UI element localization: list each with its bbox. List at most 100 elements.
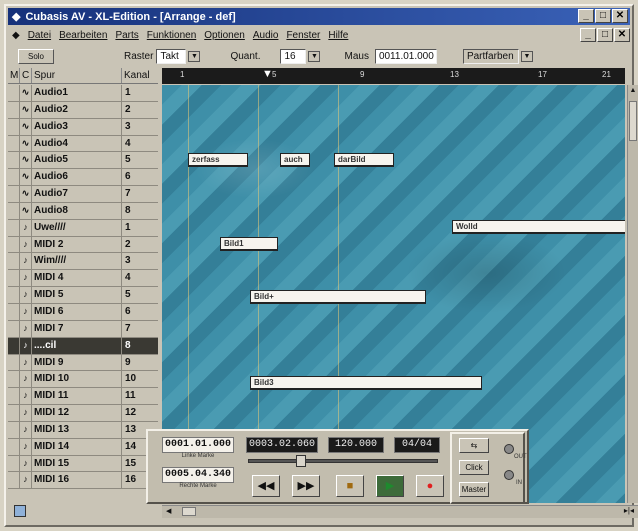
track-row[interactable]: ∿ Audio3 3 — [8, 118, 158, 136]
mute-cell[interactable] — [8, 169, 20, 186]
track-name[interactable]: Audio8 — [32, 202, 122, 219]
track-name[interactable]: MIDI 14 — [32, 438, 122, 455]
mdi-restore-button[interactable]: □ — [597, 28, 613, 42]
track-channel[interactable]: 11 — [122, 388, 158, 404]
mute-cell[interactable] — [8, 303, 20, 320]
track-name[interactable]: Audio6 — [32, 169, 122, 186]
track-channel[interactable]: 8 — [122, 203, 158, 219]
track-channel[interactable]: 3 — [122, 253, 158, 269]
track-channel[interactable]: 10 — [122, 371, 158, 387]
mute-cell[interactable] — [8, 270, 20, 287]
rewind-button[interactable]: ◀◀ — [252, 475, 280, 497]
click-button[interactable]: Click — [459, 460, 489, 475]
track-channel[interactable]: 2 — [122, 102, 158, 118]
mute-cell[interactable] — [8, 405, 20, 421]
track-name[interactable]: MIDI 2 — [32, 236, 122, 253]
record-button[interactable]: ● — [416, 475, 444, 497]
mute-cell[interactable] — [8, 202, 20, 219]
chevron-down-icon[interactable]: ▼ — [188, 50, 201, 62]
play-button[interactable]: ▶ — [376, 475, 404, 497]
mute-cell[interactable] — [8, 287, 20, 303]
track-channel[interactable]: 1 — [122, 220, 158, 236]
mute-cell[interactable] — [8, 472, 20, 489]
track-name[interactable]: MIDI 9 — [32, 354, 122, 371]
scroll-left-icon[interactable]: ◀ — [166, 507, 176, 517]
left-locator-display[interactable]: 0001.01.000 — [162, 437, 234, 453]
mute-cell[interactable] — [8, 337, 20, 354]
track-name[interactable]: MIDI 4 — [32, 270, 122, 287]
mute-cell[interactable] — [8, 135, 20, 152]
menu-funktionen[interactable]: Funktionen — [147, 30, 196, 41]
stop-button[interactable]: ■ — [336, 475, 364, 497]
track-row[interactable]: ♪ MIDI 22 — [8, 236, 158, 254]
mute-cell[interactable] — [8, 219, 20, 236]
track-channel[interactable]: 3 — [122, 119, 158, 135]
zoom-controls-icon[interactable]: ▸|◂ — [624, 506, 634, 515]
track-channel[interactable]: 7 — [122, 186, 158, 202]
raster-select[interactable]: Takt — [156, 48, 187, 64]
mute-cell[interactable] — [8, 320, 20, 337]
track-row[interactable]: ♪ MIDI 16 16 — [8, 472, 158, 490]
fast-forward-button[interactable]: ▶▶ — [292, 475, 320, 497]
minimize-button[interactable]: _ — [578, 9, 594, 23]
track-name[interactable]: MIDI 7 — [32, 320, 122, 337]
track-channel[interactable]: 4 — [122, 270, 158, 286]
track-name[interactable]: Audio4 — [32, 135, 122, 152]
chevron-down-icon[interactable]: ▼ — [308, 50, 321, 62]
vertical-scrollbar[interactable]: ▲ — [627, 85, 638, 503]
track-name[interactable]: MIDI 5 — [32, 287, 122, 303]
track-row[interactable]: ♪ ....cil 8 — [8, 337, 158, 355]
master-button[interactable]: Master — [459, 482, 489, 497]
track-row[interactable]: ♪ MIDI 99 — [8, 354, 158, 372]
track-row[interactable]: ∿ Audio8 8 — [8, 202, 158, 220]
menu-audio[interactable]: Audio — [253, 30, 279, 41]
track-row[interactable]: ∿ Audio7 7 — [8, 186, 158, 203]
track-row[interactable]: ♪ MIDI 14 14 — [8, 438, 158, 456]
track-channel[interactable]: 1 — [122, 85, 158, 101]
song-position-display[interactable]: 0003.02.060 — [246, 437, 318, 453]
track-row[interactable]: ♪ MIDI 77 — [8, 320, 158, 338]
scroll-up-icon[interactable]: ▲ — [628, 87, 638, 97]
menu-parts[interactable]: Parts — [115, 30, 138, 41]
arrange-part[interactable]: auch — [280, 153, 310, 167]
horizontal-scroll-thumb[interactable] — [182, 507, 196, 516]
mute-cell[interactable] — [8, 101, 20, 118]
menu-fenster[interactable]: Fenster — [286, 30, 320, 41]
maximize-button[interactable]: □ — [595, 9, 611, 23]
track-channel[interactable]: 6 — [122, 304, 158, 320]
mute-cell[interactable] — [8, 85, 20, 101]
track-name[interactable]: MIDI 11 — [32, 388, 122, 405]
mute-cell[interactable] — [8, 438, 20, 455]
track-row[interactable]: ∿ Audio2 2 — [8, 101, 158, 119]
mdi-close-button[interactable]: ✕ — [614, 28, 630, 42]
track-channel[interactable]: 5 — [122, 152, 158, 168]
arrange-part[interactable]: Bild+ — [250, 290, 426, 304]
solo-button[interactable]: Solo — [18, 48, 54, 64]
track-row[interactable]: ∿ Audio4 4 — [8, 135, 158, 153]
tempo-display[interactable]: 120.000 — [328, 437, 384, 453]
track-row[interactable]: ♪ MIDI 12 12 — [8, 405, 158, 422]
track-name[interactable]: Audio2 — [32, 101, 122, 118]
track-name[interactable]: Audio7 — [32, 186, 122, 202]
track-channel[interactable]: 4 — [122, 136, 158, 152]
track-row[interactable]: ∿ Audio6 6 — [8, 169, 158, 187]
position-slider-handle[interactable] — [296, 455, 306, 467]
cycle-button[interactable]: ⇆ — [459, 438, 489, 453]
vertical-scroll-thumb[interactable] — [629, 101, 637, 141]
mute-cell[interactable] — [8, 371, 20, 388]
color-mode-select[interactable]: Partfarben — [462, 48, 519, 64]
arrange-part[interactable]: Bild3 — [250, 376, 482, 390]
menu-bearbeiten[interactable]: Bearbeiten — [59, 30, 107, 41]
track-name[interactable]: MIDI 13 — [32, 421, 122, 438]
track-row[interactable]: ♪ MIDI 10 10 — [8, 371, 158, 389]
track-row[interactable]: ♪ MIDI 11 11 — [8, 388, 158, 406]
quant-select[interactable]: 16 — [280, 48, 307, 64]
track-name[interactable]: MIDI 10 — [32, 371, 122, 388]
mute-cell[interactable] — [8, 152, 20, 169]
track-row[interactable]: ♪ Uwe////1 — [8, 219, 158, 237]
mute-cell[interactable] — [8, 388, 20, 405]
mdi-minimize-button[interactable]: _ — [580, 28, 596, 42]
track-channel[interactable]: 9 — [122, 355, 158, 371]
chevron-down-icon[interactable]: ▼ — [520, 50, 533, 62]
timeline-ruler[interactable]: ▼ 1 5 9 13 17 21 — [162, 68, 625, 84]
